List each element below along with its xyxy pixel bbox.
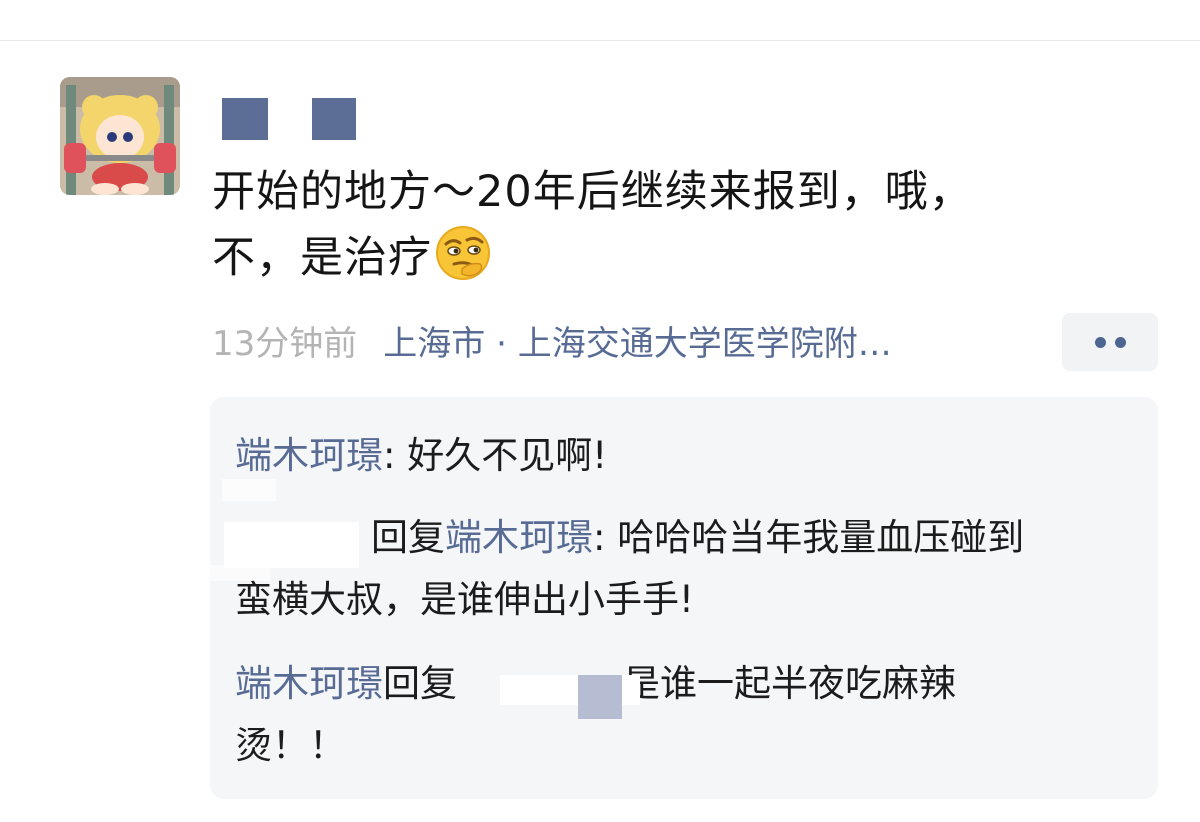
comment-text-line-1: 是谁一起半夜吃麻辣	[623, 662, 956, 705]
post-location-link[interactable]: 上海市 · 上海交通大学医学院附…	[383, 324, 891, 364]
post-text-line-2: 不，是治疗	[212, 233, 432, 283]
comment-author-link[interactable]: 端木珂璟	[235, 434, 383, 477]
comment-text-line-1: : 哈哈哈当年我量血压碰到	[593, 516, 1025, 559]
redaction-smudge	[222, 479, 276, 501]
comments-section: 端木珂璟: 好久不见啊! 回复端木珂璟: 哈哈哈当年我量血压碰到 蛮横大叔，是谁…	[210, 397, 1158, 799]
post-content: 开始的地方～20年后继续来报到，哦， 不，是治疗	[212, 160, 1112, 290]
reply-label: 回复	[383, 662, 457, 705]
comment-2[interactable]: 回复端木珂璟: 哈哈哈当年我量血压碰到 蛮横大叔，是谁伸出小手手!	[235, 507, 1140, 631]
reply-target-link[interactable]: 端木珂璟	[445, 516, 593, 559]
comment-text-line-2: 烫！！	[235, 724, 346, 767]
redacted-avatar-block	[578, 675, 622, 719]
username-redacted-block-2[interactable]	[312, 98, 356, 140]
comment-text-line-2: 蛮横大叔，是谁伸出小手手!	[235, 578, 694, 621]
user-avatar[interactable]	[60, 77, 180, 195]
username-redacted-block-1[interactable]	[222, 98, 268, 140]
redaction-smudge	[210, 565, 270, 581]
comment-text: : 好久不见啊!	[383, 434, 608, 477]
thinking-face-emoji-icon	[434, 224, 492, 282]
more-dots-icon	[1095, 337, 1106, 348]
more-actions-button[interactable]	[1062, 313, 1158, 371]
post-time: 13分钟前	[212, 324, 358, 364]
post-text-line-1: 开始的地方～20年后继续来报到，哦，	[212, 167, 973, 217]
top-divider	[0, 40, 1200, 41]
avatar-image	[60, 77, 180, 195]
more-dots-icon	[1115, 337, 1126, 348]
redaction-patch	[224, 522, 359, 568]
reply-label: 回复	[371, 516, 445, 559]
comment-1[interactable]: 端木珂璟: 好久不见啊!	[235, 425, 1140, 487]
comment-3[interactable]: 端木珂璟回复 是谁一起半夜吃麻辣 烫！！	[235, 653, 1140, 777]
comment-author-link[interactable]: 端木珂璟	[235, 662, 383, 705]
post-meta: 13分钟前 上海市 · 上海交通大学医学院附…	[212, 322, 892, 366]
